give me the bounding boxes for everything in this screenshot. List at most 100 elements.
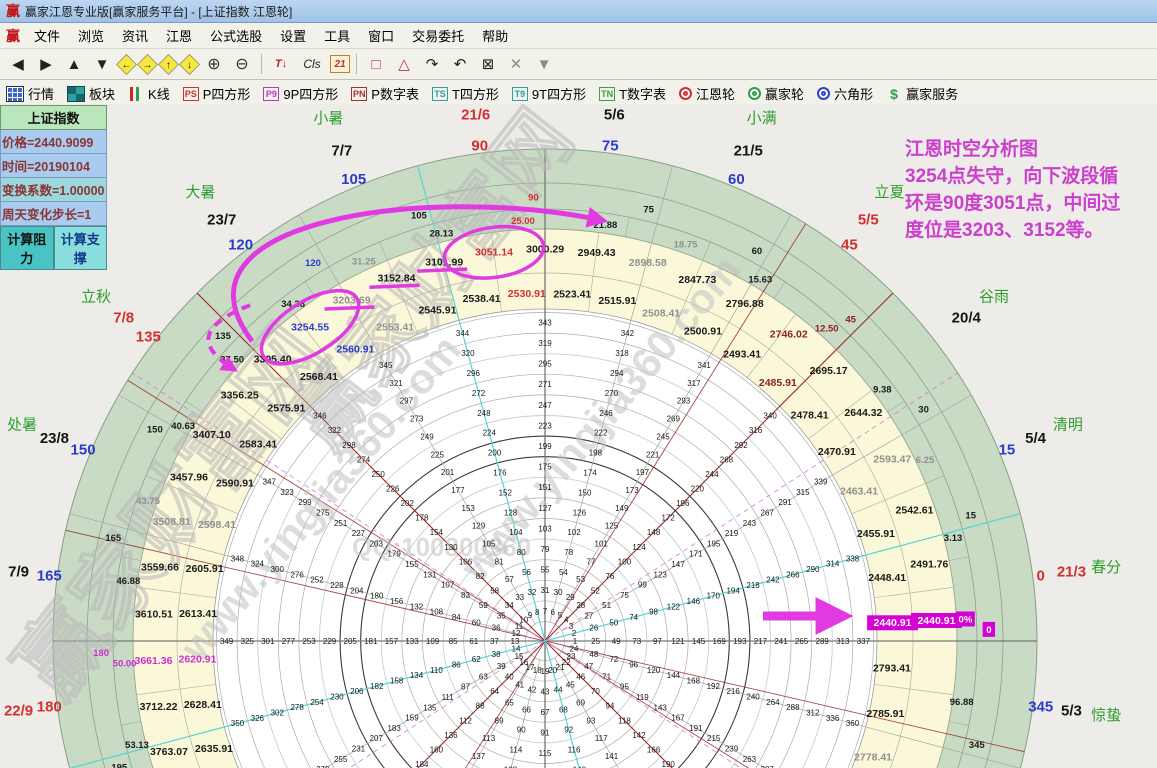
rotate-cw-icon[interactable]: ↷ [419,52,445,76]
pan-left-icon[interactable]: ← [116,54,137,75]
t-cursor-icon[interactable]: T↓ [268,52,294,76]
svg-text:193: 193 [733,637,747,646]
svg-text:169: 169 [713,637,727,646]
zoom-out-icon[interactable]: ⊖ [229,52,255,76]
main-toolbar: ◀▶▲▼←→↑↓⊕⊖T↓Cls21□△↷↶⊠✕▼ [0,49,1157,80]
cls-icon[interactable]: Cls [296,52,328,76]
svg-text:147: 147 [671,560,685,569]
zoom-in-icon[interactable]: ⊕ [201,52,227,76]
svg-text:338: 338 [846,554,860,563]
svg-text:320: 320 [461,349,475,358]
svg-text:36: 36 [492,624,501,633]
svg-text:9.38: 9.38 [873,385,892,396]
svg-text:110: 110 [430,666,443,675]
view-button-gann-wheel[interactable]: 江恩轮 [679,84,735,103]
menu-item-设置[interactable]: 设置 [271,24,315,47]
svg-text:129: 129 [472,522,486,531]
svg-text:7: 7 [543,607,548,616]
svg-text:165: 165 [37,568,62,585]
menu-item-窗口[interactable]: 窗口 [359,24,403,47]
view-button-t-square[interactable]: TST四方形 [432,84,499,103]
view-button-quotes[interactable]: 行情 [6,84,54,103]
svg-text:75: 75 [643,205,654,216]
svg-text:134: 134 [410,671,424,680]
svg-text:215: 215 [707,734,721,743]
svg-text:242: 242 [766,576,780,585]
svg-text:49: 49 [612,637,621,646]
svg-text:2583.41: 2583.41 [239,438,277,450]
info-row-0: 价格=2440.9099 [0,130,107,154]
view-button-kline[interactable]: K线 [128,84,170,103]
svg-text:2440.91: 2440.91 [874,617,912,629]
view-button-sectors[interactable]: 板块 [67,84,115,103]
svg-text:3356.25: 3356.25 [221,389,259,401]
pan-right-icon[interactable]: → [137,54,158,75]
svg-text:32: 32 [527,588,536,597]
menu-item-资讯[interactable]: 资讯 [113,24,157,47]
svg-text:344: 344 [456,329,470,338]
menu-item-江恩[interactable]: 江恩 [157,24,201,47]
svg-text:6.25: 6.25 [916,455,935,466]
svg-text:243: 243 [743,519,757,528]
svg-text:183: 183 [387,724,401,733]
svg-text:2793.41: 2793.41 [873,663,911,675]
svg-text:51: 51 [602,601,611,610]
menu-item-浏览[interactable]: 浏览 [69,24,113,47]
svg-text:3407.10: 3407.10 [193,429,231,441]
svg-text:350: 350 [231,719,245,728]
svg-text:98: 98 [649,608,658,617]
view-button-9t-square[interactable]: T99T四方形 [512,84,586,103]
svg-text:324: 324 [251,560,265,569]
rotate-ccw-icon[interactable]: ↶ [447,52,473,76]
menu-item-公式选股[interactable]: 公式选股 [201,24,271,47]
svg-text:37: 37 [490,637,499,646]
title-bar: 赢 赢家江恩专业版[赢家服务平台] - [上证指数 江恩轮] [0,0,1157,23]
view-button-9p-square[interactable]: P99P四方形 [263,84,338,103]
pan-up-icon[interactable]: ↑ [158,54,179,75]
box-zoom-icon[interactable]: ⊠ [475,52,501,76]
menu-item-工具[interactable]: 工具 [315,24,359,47]
svg-text:3763.07: 3763.07 [150,746,188,758]
clear-tool-icon[interactable]: ▼ [531,52,557,76]
svg-text:2568.41: 2568.41 [300,371,338,383]
quotes-icon [6,86,24,102]
svg-text:48: 48 [589,650,598,659]
svg-text:20/4: 20/4 [952,310,982,327]
svg-text:2553.41: 2553.41 [376,321,414,333]
back-icon[interactable]: ◀ [5,52,31,76]
menu-item-帮助[interactable]: 帮助 [473,24,517,47]
triangle-tool-icon[interactable]: △ [391,52,417,76]
svg-text:173: 173 [625,486,639,495]
pan-down-icon[interactable]: ↓ [179,54,200,75]
view-button-t-table[interactable]: TNT数字表 [599,84,666,103]
rect-tool-icon[interactable]: □ [363,52,389,76]
button-计算阻力[interactable]: 计算阻力 [0,226,54,270]
svg-text:2508.41: 2508.41 [642,307,680,319]
svg-text:131: 131 [423,570,437,579]
svg-text:149: 149 [615,504,629,513]
svg-text:83: 83 [461,591,470,600]
rotate-up-icon[interactable]: ▲ [61,52,87,76]
button-计算支撑[interactable]: 计算支撑 [54,226,108,270]
svg-text:269: 269 [667,415,681,424]
svg-text:55: 55 [541,566,550,575]
svg-text:191: 191 [689,724,703,733]
crosshair-icon[interactable]: ✕ [503,52,529,76]
svg-text:346: 346 [313,412,327,421]
svg-text:241: 241 [774,637,788,646]
svg-text:360: 360 [846,719,860,728]
calendar-icon[interactable]: 21 [330,55,350,73]
view-button-p-square[interactable]: PSP四方形 [183,84,251,103]
index-name: 上证指数 [0,105,107,130]
forward-icon[interactable]: ▶ [33,52,59,76]
menu-item-文件[interactable]: 文件 [25,24,69,47]
svg-text:2523.41: 2523.41 [553,288,591,300]
rotate-down-icon[interactable]: ▼ [89,52,115,76]
view-button-winner-service[interactable]: $赢家服务 [886,84,958,103]
view-button-winner-wheel[interactable]: 赢家轮 [748,84,804,103]
view-button-hexagon[interactable]: 六角形 [817,84,873,103]
svg-text:2598.41: 2598.41 [198,519,236,531]
view-button-p-table[interactable]: PNP数字表 [351,84,419,103]
svg-text:77: 77 [586,557,595,566]
menu-item-交易委托[interactable]: 交易委托 [403,24,473,47]
